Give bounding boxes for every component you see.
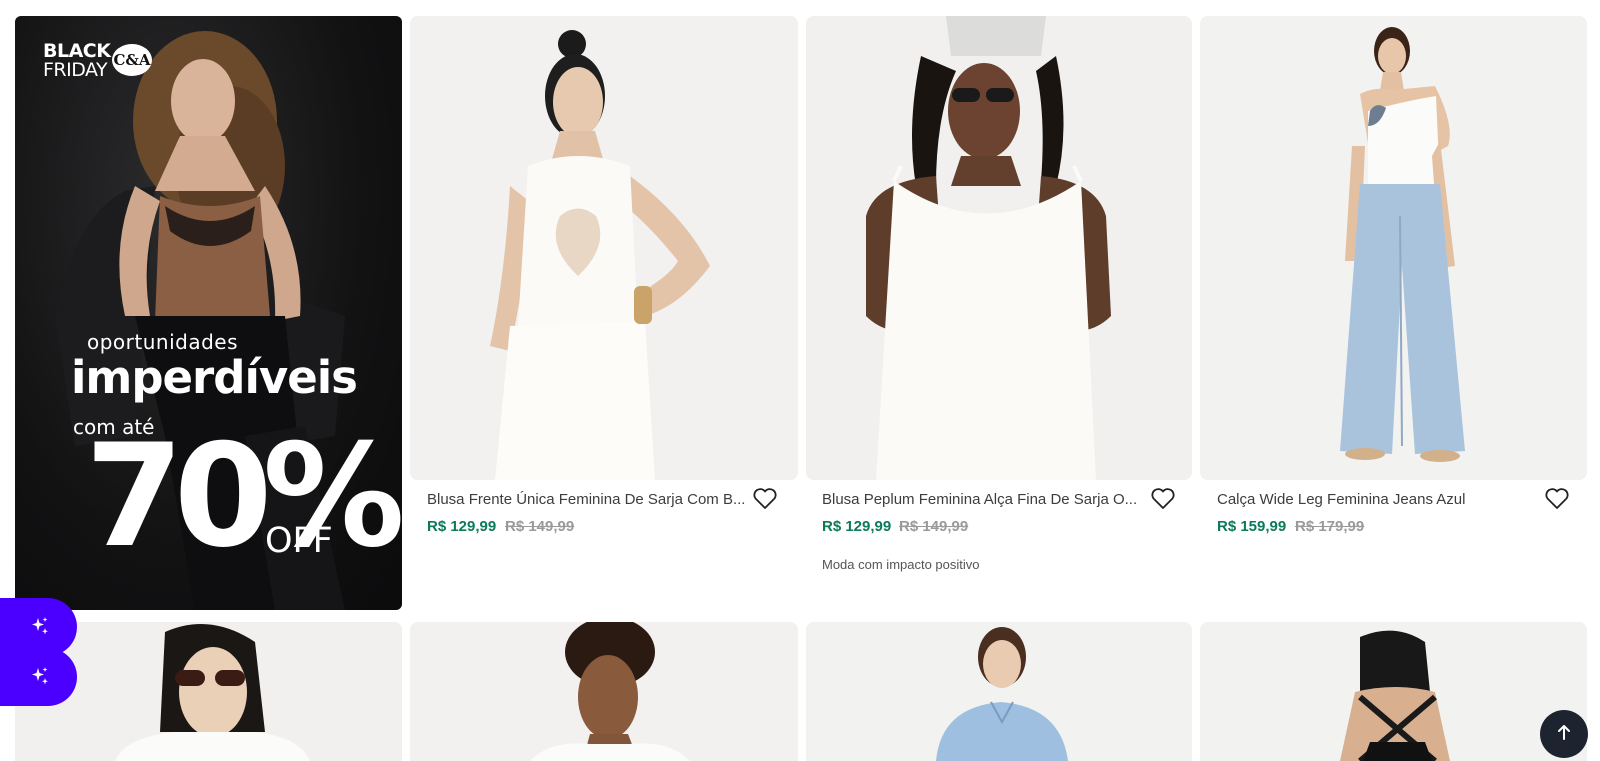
product-name[interactable]: Blusa Frente Única Feminina De Sarja Com… [427, 491, 747, 508]
product-card[interactable]: Blusa Peplum Feminina Alça Fina De Sarja… [806, 16, 1192, 586]
product-card[interactable] [1200, 622, 1587, 761]
product-name[interactable]: Blusa Peplum Feminina Alça Fina De Sarja… [822, 491, 1142, 508]
black-friday-banner[interactable]: BLACK FRIDAY C&A oportunidades imperdíve… [15, 16, 402, 610]
product-old-price: R$ 149,99 [505, 518, 575, 535]
banner-discount: 70% [85, 414, 402, 579]
product-image[interactable] [1200, 16, 1587, 480]
product-price: R$ 159,99 [1217, 518, 1287, 535]
product-card[interactable]: Calça Wide Leg Feminina Jeans Azul R$ 15… [1200, 16, 1587, 586]
product-image[interactable] [410, 16, 798, 480]
product-grid-page: BLACK FRIDAY C&A oportunidades imperdíve… [0, 0, 1600, 761]
product-name[interactable]: Calça Wide Leg Feminina Jeans Azul [1217, 491, 1537, 508]
product-image[interactable] [806, 16, 1192, 480]
product-tag: Moda com impacto positivo [822, 557, 980, 572]
product-old-price: R$ 149,99 [899, 518, 969, 535]
banner-line-2: imperdíveis [71, 351, 358, 404]
product-image[interactable] [1200, 622, 1587, 761]
shopping-assistant-widget[interactable] [0, 598, 77, 706]
sparkles-icon [30, 616, 50, 641]
product-image[interactable] [410, 622, 798, 761]
product-card[interactable] [806, 622, 1192, 761]
banner-off: OFF [265, 521, 333, 561]
heart-icon[interactable] [752, 487, 778, 511]
brand-logo: C&A [112, 44, 152, 76]
product-price: R$ 129,99 [822, 518, 892, 535]
product-price: R$ 129,99 [427, 518, 497, 535]
product-image[interactable] [806, 622, 1192, 761]
back-to-top-button[interactable] [1540, 710, 1588, 758]
arrow-up-icon [1556, 723, 1572, 746]
heart-icon[interactable] [1544, 487, 1570, 511]
heart-icon[interactable] [1150, 487, 1176, 511]
black-friday-logo: BLACK FRIDAY [43, 40, 111, 81]
product-old-price: R$ 179,99 [1295, 518, 1365, 535]
sparkles-icon [30, 666, 50, 691]
product-card[interactable] [410, 622, 798, 761]
product-card[interactable]: Blusa Frente Única Feminina De Sarja Com… [410, 16, 798, 586]
